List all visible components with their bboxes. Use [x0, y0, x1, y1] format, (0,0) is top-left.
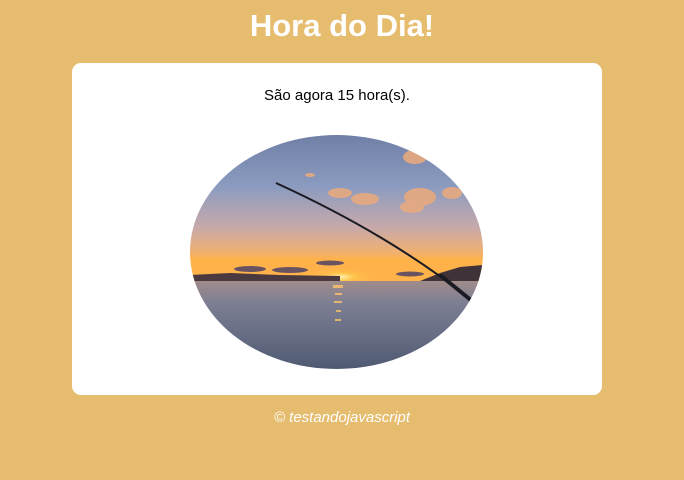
time-hour-value: 15	[337, 87, 355, 104]
time-message: São agora 15 hora(s).	[72, 87, 602, 105]
footer-copyright: © testandojavascript	[273, 409, 411, 426]
page-title: Hora do Dia!	[249, 8, 435, 43]
time-message-suffix: hora(s).	[354, 87, 410, 104]
page-header: Hora do Dia!	[0, 0, 684, 44]
time-message-prefix: São agora	[264, 87, 338, 104]
content-card: São agora 15 hora(s).	[72, 63, 602, 395]
sunset-fishing-photo	[190, 135, 483, 369]
